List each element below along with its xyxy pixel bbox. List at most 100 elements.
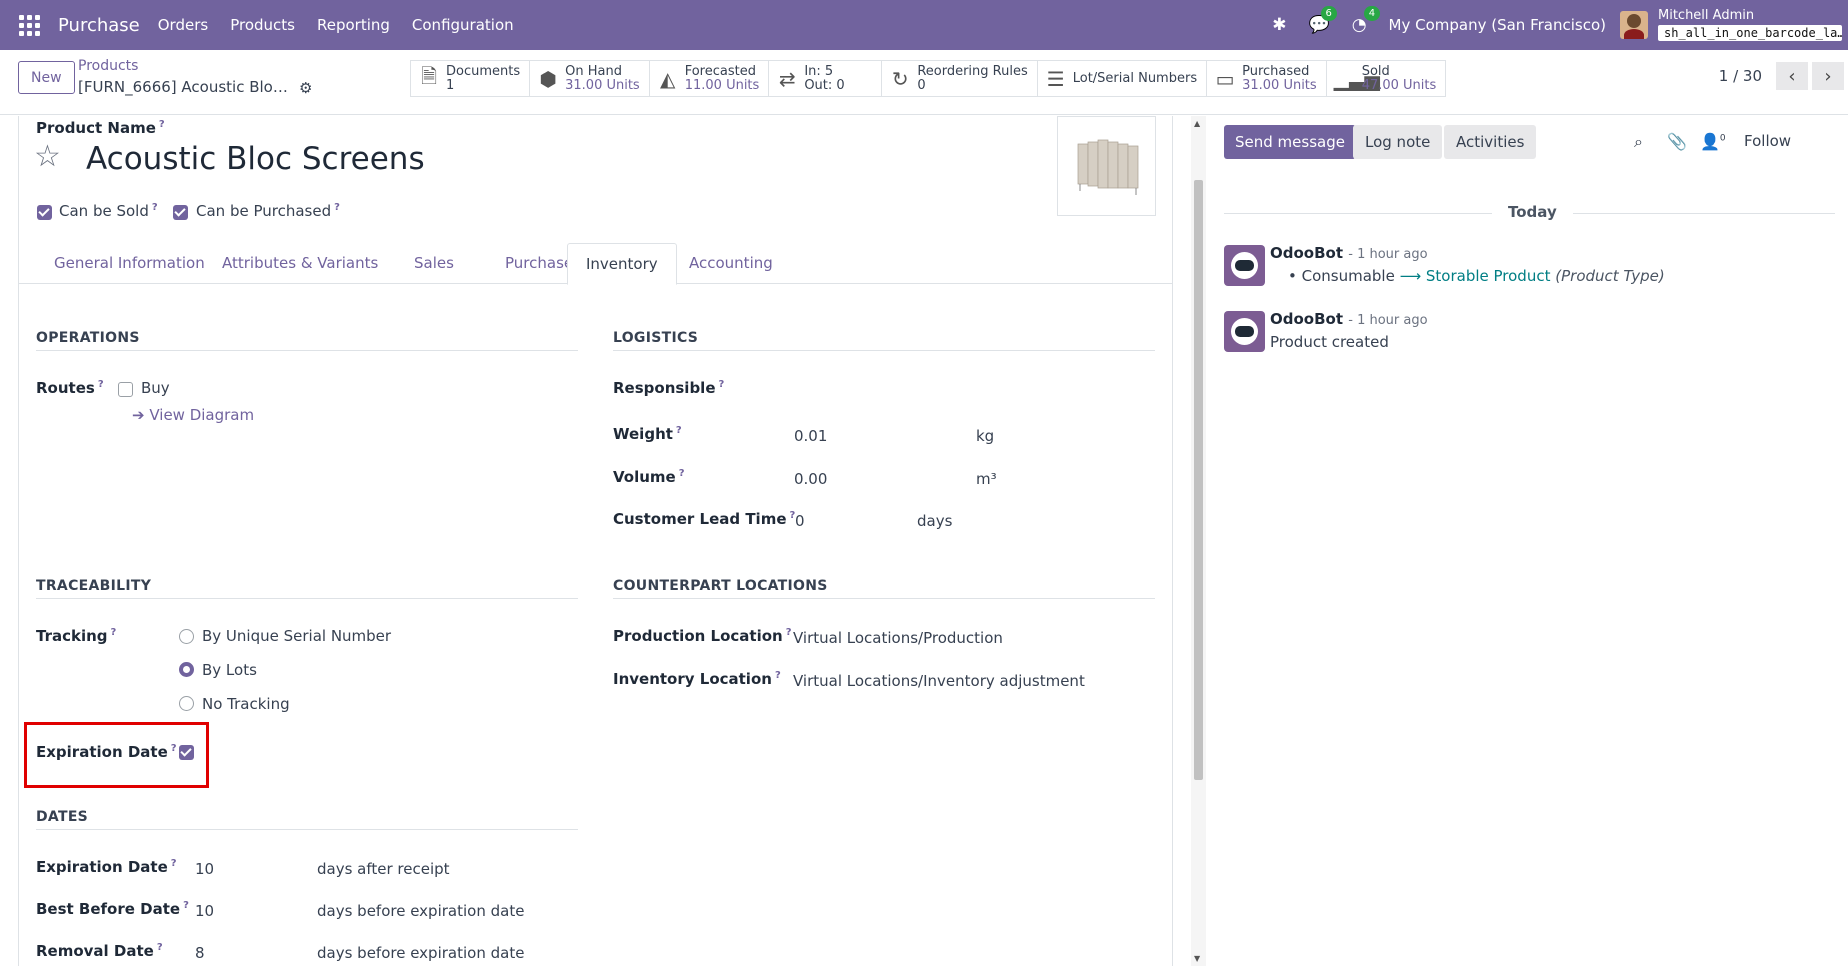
activities-icon[interactable]: ◔ 4 (1352, 6, 1381, 35)
user-menu[interactable]: Mitchell Admin sh_all_in_one_barcode_la… (1658, 9, 1842, 41)
chatter-panel: Send message Log note Activities ⌕ 📎 👤0 … (1206, 116, 1848, 966)
scrollbar-thumb[interactable] (1194, 180, 1203, 780)
bars-icon: ☰ (1046, 66, 1065, 91)
reordering-rules-button[interactable]: ↻ Reordering Rules 0 (882, 61, 1038, 96)
tracking-lots-radio[interactable] (179, 662, 194, 677)
message-author: OdooBot - 1 hour ago (1270, 244, 1428, 262)
expiration-date-label: Expiration Date? (36, 858, 177, 876)
purchased-value: 31.00 Units (1242, 77, 1317, 93)
documents-label: Documents (446, 63, 521, 79)
search-icon[interactable]: ⌕ (1634, 132, 1643, 152)
traceability-section-title: TRACEABILITY (36, 578, 578, 599)
menu-configuration[interactable]: Configuration (412, 16, 514, 34)
tracking-none-radio[interactable] (179, 696, 194, 711)
expiration-date-input[interactable]: 10 (195, 860, 214, 878)
area-chart-icon: ◭ (660, 66, 676, 91)
can-be-sold-checkbox[interactable] (37, 204, 52, 220)
production-location-label: Production Location? (613, 627, 792, 645)
bug-icon[interactable]: ✱ (1272, 15, 1286, 35)
pager-value[interactable]: 1 / 30 (1719, 67, 1762, 85)
new-button[interactable]: New (18, 61, 75, 94)
paperclip-icon[interactable]: 📎 (1667, 132, 1687, 151)
tracking-serial-radio[interactable] (179, 629, 194, 644)
sold-button[interactable]: ▁▃▅ Sold 47.00 Units (1327, 61, 1446, 96)
user-avatar[interactable] (1620, 11, 1648, 39)
scroll-down-icon[interactable]: ▼ (1194, 954, 1200, 963)
star-icon[interactable]: ☆ (34, 139, 61, 174)
on-hand-button[interactable]: ⬢ On Hand 31.00 Units (530, 61, 650, 96)
messages-badge: 6 (1320, 6, 1337, 21)
best-before-date-input[interactable]: 10 (195, 902, 214, 920)
pager: 1 / 30 ‹ › (1719, 62, 1848, 90)
operations-section-title: OPERATIONS (36, 330, 578, 351)
weight-unit: kg (976, 427, 995, 445)
menu-orders[interactable]: Orders (158, 16, 208, 34)
gear-icon[interactable]: ⚙ (299, 79, 312, 97)
tab-attributes-variants[interactable]: Attributes & Variants (204, 243, 396, 284)
messages-icon[interactable]: 💬 6 (1309, 6, 1337, 35)
lot-serial-button[interactable]: ☰ Lot/Serial Numbers (1038, 61, 1208, 96)
best-before-date-unit: days before expiration date (317, 902, 525, 920)
product-name-input[interactable]: Acoustic Bloc Screens (86, 141, 425, 177)
product-image[interactable] (1057, 116, 1156, 216)
control-panel: New Products [FURN_6666] Acoustic Bloc …… (0, 50, 1848, 115)
cubes-icon: ⬢ (539, 66, 557, 91)
pager-previous-button[interactable]: ‹ (1776, 62, 1808, 90)
app-menu-button[interactable] (0, 0, 58, 50)
tab-general-information[interactable]: General Information (36, 243, 223, 284)
message-body: Product created (1270, 333, 1389, 351)
notebook-tabs: General Information Attributes & Variant… (18, 243, 1173, 285)
expiration-date-checkbox[interactable] (179, 744, 194, 760)
documents-button[interactable]: 🗎 Documents 1 (411, 61, 531, 96)
apps-grid-icon (18, 14, 40, 36)
pager-next-button[interactable]: › (1812, 62, 1844, 90)
menu-products[interactable]: Products (230, 16, 295, 34)
volume-unit: m³ (976, 470, 997, 488)
follow-button[interactable]: Follow (1744, 132, 1791, 150)
customer-lead-time-input[interactable]: 0 (795, 512, 805, 530)
followers-icon[interactable]: 👤0 (1700, 132, 1726, 151)
best-before-date-label: Best Before Date? (36, 900, 189, 918)
routes-label: Routes? (36, 379, 104, 397)
view-diagram-link[interactable]: ➔ View Diagram (132, 406, 254, 424)
on-hand-label: On Hand (565, 63, 622, 79)
counterpart-locations-title: COUNTERPART LOCATIONS (613, 578, 1155, 599)
date-separator-label: Today (1492, 203, 1573, 221)
menu-reporting[interactable]: Reporting (317, 16, 390, 34)
tab-accounting[interactable]: Accounting (671, 243, 791, 284)
inventory-location-field[interactable]: Virtual Locations/Inventory adjustment (793, 672, 1085, 690)
can-be-purchased-checkbox[interactable] (173, 204, 188, 220)
scroll-up-icon[interactable]: ▲ (1194, 119, 1200, 128)
expiration-date-unit: days after receipt (317, 860, 450, 878)
tab-inventory[interactable]: Inventory (567, 243, 677, 285)
form-scrollbar[interactable]: ▲ ▼ (1191, 116, 1206, 966)
reordering-value: 0 (917, 77, 926, 93)
tab-sales[interactable]: Sales (396, 243, 472, 284)
company-switcher[interactable]: My Company (San Francisco) (1389, 16, 1606, 34)
user-name: Mitchell Admin (1658, 8, 1755, 23)
chevron-right-icon: › (1824, 65, 1832, 87)
signal-icon: ▁▃▅ (1333, 66, 1380, 91)
customer-lead-time-unit: days (917, 512, 953, 530)
purchased-button[interactable]: ▭ Purchased 31.00 Units (1207, 61, 1327, 96)
tracking-lots-label: By Lots (202, 661, 257, 679)
in-out-button[interactable]: ⇄ In: 5 Out: 0 (769, 61, 883, 96)
arrow-right-icon: ➔ (132, 406, 150, 424)
forecasted-button[interactable]: ◭ Forecasted 11.00 Units (650, 61, 770, 96)
odoobot-avatar[interactable] (1224, 245, 1265, 286)
odoobot-avatar[interactable] (1224, 311, 1265, 352)
message-author: OdooBot - 1 hour ago (1270, 310, 1428, 328)
navbar-right: ✱ 💬 6 ◔ 4 My Company (San Francisco) Mitch… (1272, 0, 1848, 50)
production-location-field[interactable]: Virtual Locations/Production (793, 629, 1003, 647)
log-note-button[interactable]: Log note (1353, 125, 1443, 159)
activities-button[interactable]: Activities (1444, 125, 1537, 159)
send-message-button[interactable]: Send message (1224, 125, 1356, 159)
document-icon: 🗎 (420, 63, 438, 88)
app-name[interactable]: Purchase (58, 15, 140, 36)
volume-input[interactable]: 0.00 (794, 470, 827, 488)
route-buy-checkbox[interactable] (118, 381, 133, 397)
breadcrumb-products[interactable]: Products (78, 58, 138, 74)
weight-input[interactable]: 0.01 (794, 427, 827, 445)
credit-card-icon: ▭ (1215, 66, 1235, 91)
removal-date-input[interactable]: 8 (195, 944, 205, 962)
